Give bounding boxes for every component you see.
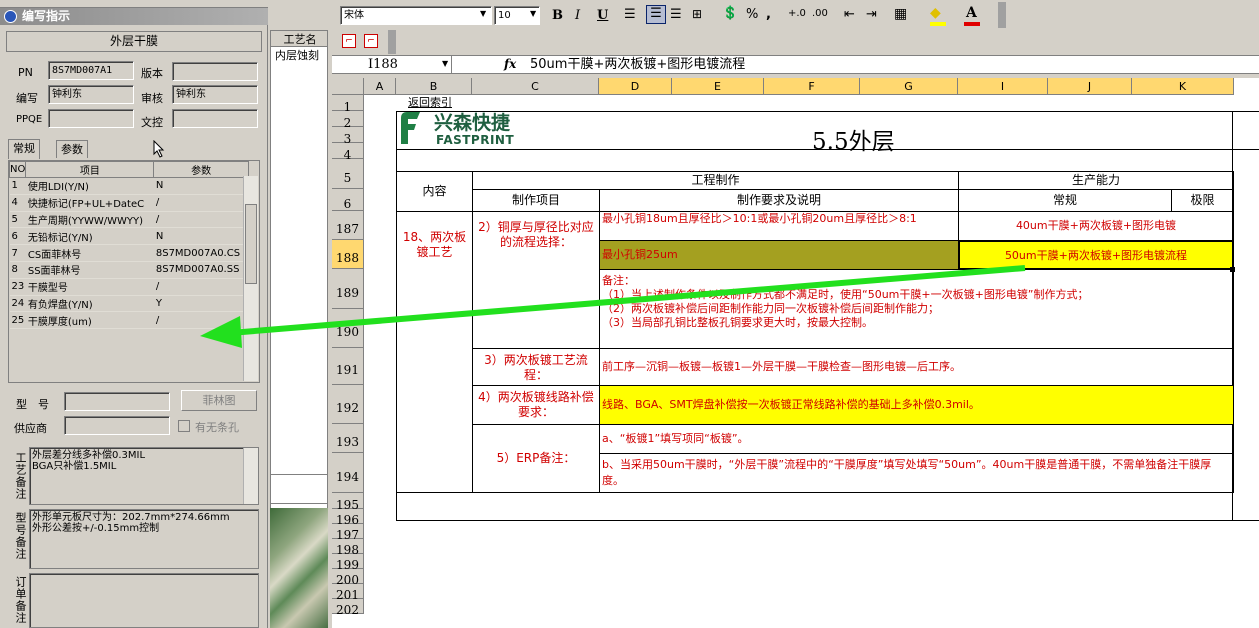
tab-general[interactable]: 常规 <box>8 139 40 159</box>
annotation-arrow <box>200 265 1026 348</box>
arrow-shaft <box>229 265 1026 336</box>
arrow-head <box>200 316 242 348</box>
